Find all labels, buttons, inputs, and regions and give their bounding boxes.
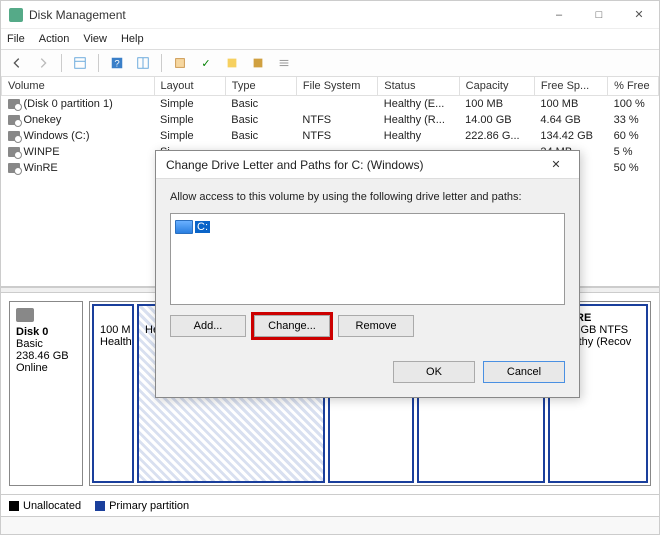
- change-drive-letter-dialog: Change Drive Letter and Paths for C: (Wi…: [155, 150, 580, 398]
- dialog-close-button[interactable]: ✕: [543, 152, 569, 178]
- drive-letter-label: C:: [195, 221, 210, 233]
- app-icon: [9, 8, 23, 22]
- volume-icon: [8, 163, 20, 173]
- table-row[interactable]: OnekeySimpleBasicNTFSHealthy (R...14.00 …: [2, 112, 659, 128]
- remove-button[interactable]: Remove: [338, 315, 414, 337]
- new-icon[interactable]: [222, 53, 242, 73]
- statusbar: [1, 516, 659, 534]
- partition[interactable]: 100 MHealthy (: [92, 304, 134, 483]
- col-type[interactable]: Type: [225, 77, 296, 96]
- volume-icon: [8, 131, 20, 141]
- maximize-button[interactable]: □: [579, 1, 619, 29]
- col-fs[interactable]: File System: [296, 77, 377, 96]
- action-icon[interactable]: ✓: [196, 53, 216, 73]
- back-button[interactable]: [7, 53, 27, 73]
- toolbar: ? ✓: [1, 49, 659, 77]
- disk-info[interactable]: Disk 0 Basic 238.46 GB Online: [9, 301, 83, 486]
- menu-file[interactable]: File: [7, 33, 25, 45]
- close-button[interactable]: ✕: [619, 1, 659, 29]
- disk-size: 238.46 GB: [16, 350, 69, 362]
- disk-name: Disk 0: [16, 326, 48, 338]
- forward-button[interactable]: [33, 53, 53, 73]
- table-row[interactable]: Windows (C:)SimpleBasicNTFSHealthy222.86…: [2, 128, 659, 144]
- menubar: File Action View Help: [1, 29, 659, 49]
- properties-icon[interactable]: [170, 53, 190, 73]
- settings-icon[interactable]: [248, 53, 268, 73]
- col-free[interactable]: Free Sp...: [534, 77, 607, 96]
- ok-button[interactable]: OK: [393, 361, 475, 383]
- list-item[interactable]: C:: [175, 218, 560, 236]
- dialog-title: Change Drive Letter and Paths for C: (Wi…: [166, 158, 543, 172]
- col-volume[interactable]: Volume: [2, 77, 155, 96]
- disk-icon: [16, 308, 34, 322]
- disk-type: Basic: [16, 338, 43, 350]
- svg-text:?: ?: [114, 59, 119, 70]
- menu-action[interactable]: Action: [39, 33, 70, 45]
- titlebar: Disk Management – □ ✕: [1, 1, 659, 29]
- help-icon[interactable]: ?: [107, 53, 127, 73]
- col-status[interactable]: Status: [378, 77, 459, 96]
- col-pct[interactable]: % Free: [608, 77, 659, 96]
- menu-view[interactable]: View: [83, 33, 107, 45]
- volume-icon: [8, 99, 20, 109]
- drive-icon: [175, 220, 193, 234]
- menu-help[interactable]: Help: [121, 33, 144, 45]
- col-layout[interactable]: Layout: [154, 77, 225, 96]
- view-panes-icon[interactable]: [70, 53, 90, 73]
- dialog-hint: Allow access to this volume by using the…: [170, 191, 565, 203]
- legend-unallocated: Unallocated: [23, 500, 81, 512]
- window-title: Disk Management: [29, 8, 539, 22]
- disk-state: Online: [16, 362, 48, 374]
- change-button[interactable]: Change...: [254, 315, 330, 337]
- volume-icon: [8, 115, 20, 125]
- cancel-button[interactable]: Cancel: [483, 361, 565, 383]
- paths-listbox[interactable]: C:: [170, 213, 565, 305]
- column-headers[interactable]: Volume Layout Type File System Status Ca…: [2, 77, 659, 96]
- volume-icon: [8, 147, 20, 157]
- refresh-icon[interactable]: [133, 53, 153, 73]
- legend-primary: Primary partition: [109, 500, 189, 512]
- minimize-button[interactable]: –: [539, 1, 579, 29]
- col-capacity[interactable]: Capacity: [459, 77, 534, 96]
- add-button[interactable]: Add...: [170, 315, 246, 337]
- list-icon[interactable]: [274, 53, 294, 73]
- table-row[interactable]: (Disk 0 partition 1)SimpleBasicHealthy (…: [2, 96, 659, 113]
- legend: Unallocated Primary partition: [1, 494, 659, 516]
